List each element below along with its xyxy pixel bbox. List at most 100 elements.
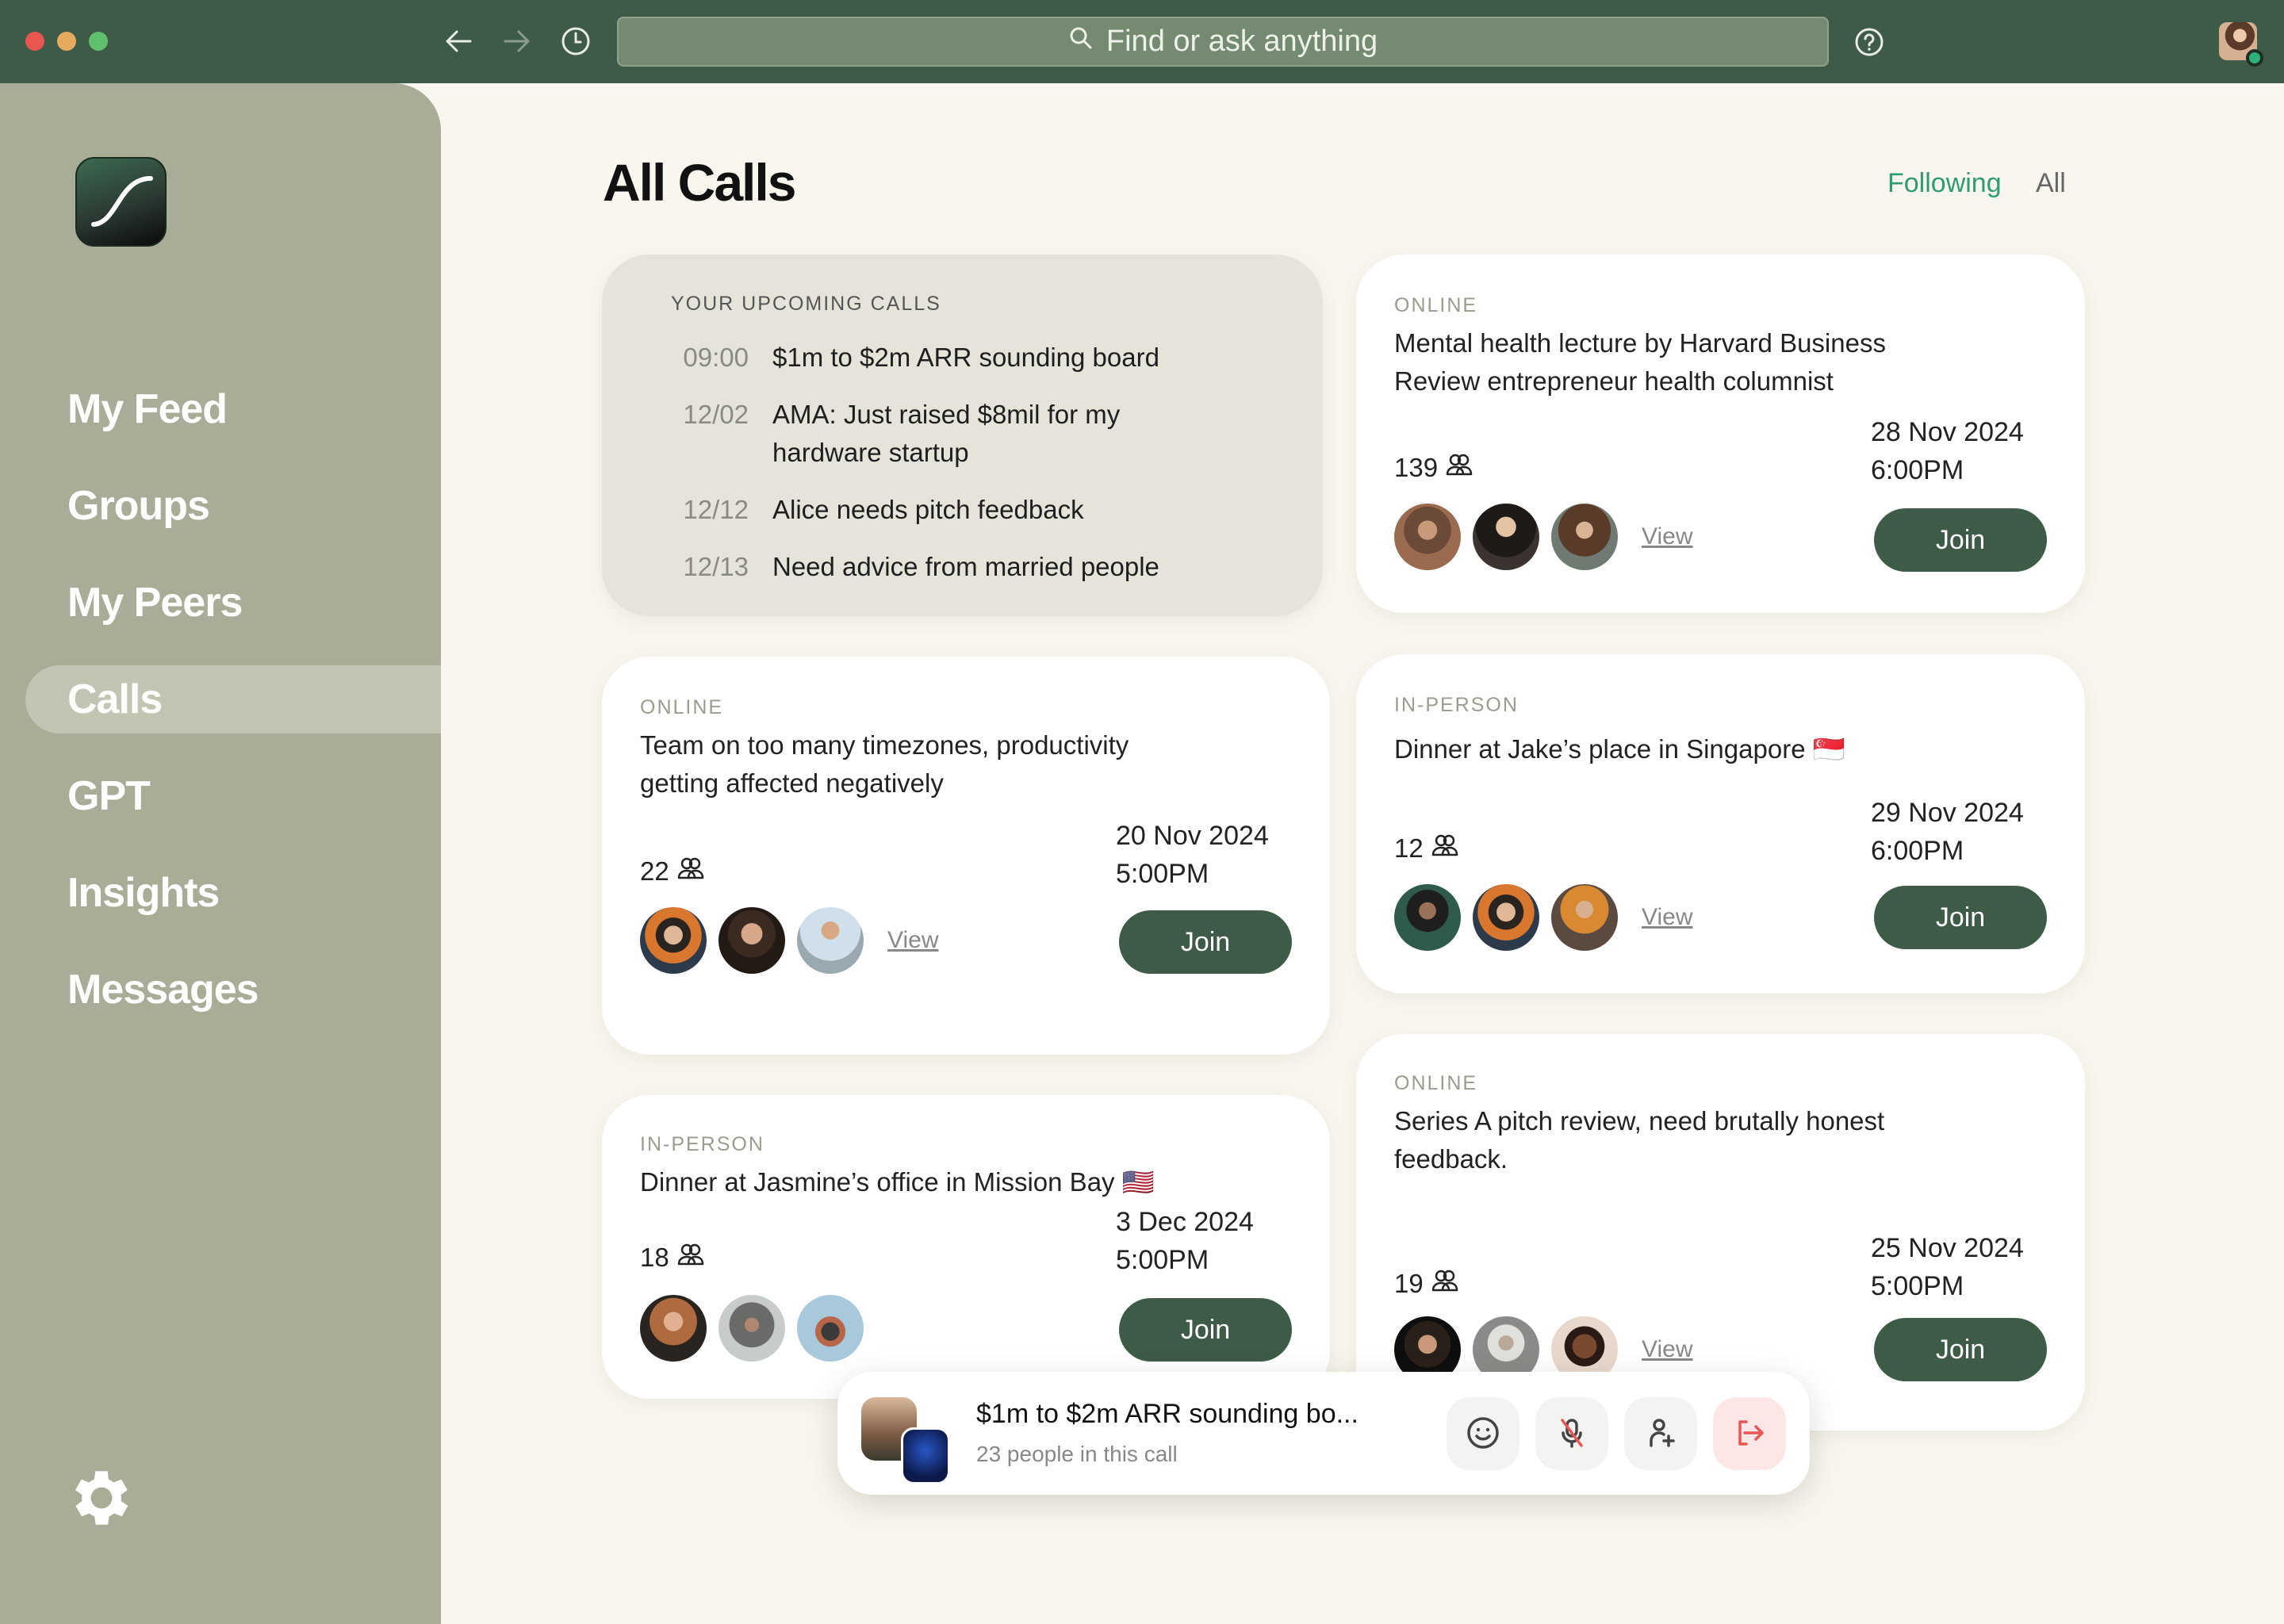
call-type-label: ONLINE [1394,294,1478,316]
avatar[interactable] [719,1295,785,1362]
attendee-count-value: 18 [640,1243,669,1272]
forward-arrow-icon[interactable] [501,25,533,57]
avatar[interactable] [1551,884,1618,951]
page-title: All Calls [603,153,796,212]
sidebar-item-messages[interactable]: Messages [0,941,441,1038]
sidebar-item-groups[interactable]: Groups [0,458,441,554]
people-group-icon [677,1243,704,1273]
window-close-button[interactable] [25,32,44,51]
search-input[interactable]: Find or ask anything [617,17,1829,67]
filter-all-tab[interactable]: All [2036,168,2066,199]
call-title: Mental health lecture by Harvard Busines… [1394,328,1886,396]
avatar[interactable] [1473,504,1539,570]
help-icon[interactable] [1854,27,1884,57]
add-person-button[interactable] [1624,1397,1697,1470]
settings-gear-icon[interactable] [65,1461,138,1534]
call-title: Dinner at Jasmine’s office in Mission Ba… [640,1167,1155,1197]
people-group-icon [1431,1269,1458,1299]
attendee-count-value: 19 [1394,1269,1424,1298]
view-link[interactable]: View [1642,523,1692,550]
avatar[interactable] [1394,504,1461,570]
upcoming-calls-heading: YOUR UPCOMING CALLS [671,293,941,315]
window-zoom-button[interactable] [89,32,108,51]
call-type-label: IN-PERSON [640,1133,765,1155]
call-date: 25 Nov 2024 [1871,1233,2024,1263]
leave-call-button[interactable] [1713,1397,1786,1470]
filter-following-tab[interactable]: Following [1887,168,2002,199]
call-card: ONLINE Team on too many timezones, produ… [602,657,1330,1055]
avatar[interactable] [640,907,707,974]
attendee-avatars: View [1394,504,1692,570]
sidebar-item-label: My Feed [67,386,228,432]
upcoming-call-date: 09:00 [683,343,749,372]
sidebar-item-label: My Peers [67,580,243,626]
attendee-count: 19 [1394,1269,1458,1299]
active-call-bar[interactable]: $1m to $2m ARR sounding bo... 23 people … [837,1372,1810,1495]
avatar[interactable] [1551,504,1618,570]
avatar[interactable] [719,907,785,974]
attendee-count: 139 [1394,453,1473,483]
attendee-count: 18 [640,1243,704,1273]
emoji-reaction-button[interactable] [1447,1397,1519,1470]
join-button[interactable]: Join [1874,508,2047,572]
history-clock-icon[interactable] [560,25,592,57]
upcoming-call-item[interactable]: 09:00 $1m to $2m ARR sounding board [602,339,1185,377]
call-datetime: 25 Nov 2024 5:00PM [1871,1229,2037,1305]
join-button[interactable]: Join [1119,1298,1292,1362]
upcoming-call-date: 12/02 [683,400,749,429]
upcoming-calls-card: YOUR UPCOMING CALLS 09:00 $1m to $2m ARR… [602,255,1323,616]
sidebar-item-gpt[interactable]: GPT [0,748,441,845]
microphone-off-icon [1554,1415,1589,1453]
attendee-count-value: 22 [640,856,669,886]
call-card: ONLINE Mental health lecture by Harvard … [1356,255,2085,613]
upcoming-call-date: 12/13 [683,552,749,581]
attendee-count: 12 [1394,833,1458,864]
online-status-indicator [2246,49,2263,67]
app-logo[interactable] [75,157,167,247]
upcoming-call-item[interactable]: 12/02 AMA: Just raised $8mil for my hard… [602,396,1185,472]
call-type-label: ONLINE [1394,1072,1478,1094]
upcoming-call-item[interactable]: 12/12 Alice needs pitch feedback [602,491,1185,529]
view-link[interactable]: View [1642,1336,1692,1363]
call-date: 20 Nov 2024 [1116,821,1269,851]
active-call-title: $1m to $2m ARR sounding bo... [976,1399,1359,1429]
view-link[interactable]: View [1642,904,1692,931]
sidebar: My Feed Groups My Peers Calls GPT Insigh… [0,83,441,1624]
sidebar-item-label: Insights [67,870,220,916]
sidebar-item-label: GPT [67,773,151,819]
join-button[interactable]: Join [1874,1318,2047,1381]
window-minimize-button[interactable] [57,32,76,51]
avatar[interactable] [797,907,864,974]
call-time: 6:00PM [1871,836,1964,866]
sidebar-item-my-feed[interactable]: My Feed [0,361,441,458]
attendee-avatars [640,1295,864,1362]
call-title: Dinner at Jake’s place in Singapore 🇸🇬 [1394,734,1845,764]
upcoming-call-title: Alice needs pitch feedback [772,495,1084,524]
avatar[interactable] [640,1295,707,1362]
user-avatar[interactable] [2219,22,2263,67]
title-bar: Find or ask anything [0,0,2284,83]
call-time: 5:00PM [1116,1245,1209,1275]
back-arrow-icon[interactable] [443,25,474,57]
search-icon [1068,25,1094,59]
call-date: 3 Dec 2024 [1116,1207,1254,1237]
upcoming-call-title: Need advice from married people [772,552,1159,581]
join-button[interactable]: Join [1874,886,2047,949]
call-date: 29 Nov 2024 [1871,798,2024,828]
attendee-count-value: 12 [1394,833,1424,863]
mute-microphone-button[interactable] [1535,1397,1608,1470]
avatar[interactable] [797,1295,864,1362]
upcoming-call-date: 12/12 [683,495,749,524]
sidebar-item-my-peers[interactable]: My Peers [0,554,441,651]
view-link[interactable]: View [887,927,938,954]
avatar[interactable] [1394,884,1461,951]
sidebar-item-label: Calls [67,676,163,722]
join-button[interactable]: Join [1119,910,1292,974]
call-datetime: 28 Nov 2024 6:00PM [1871,413,2037,489]
sidebar-item-label: Groups [67,483,210,529]
sidebar-item-calls[interactable]: Calls [25,665,441,733]
upcoming-call-item[interactable]: 12/13 Need advice from married people [602,548,1185,586]
call-datetime: 3 Dec 2024 5:00PM [1116,1203,1282,1279]
avatar[interactable] [1473,884,1539,951]
sidebar-item-insights[interactable]: Insights [0,845,441,941]
